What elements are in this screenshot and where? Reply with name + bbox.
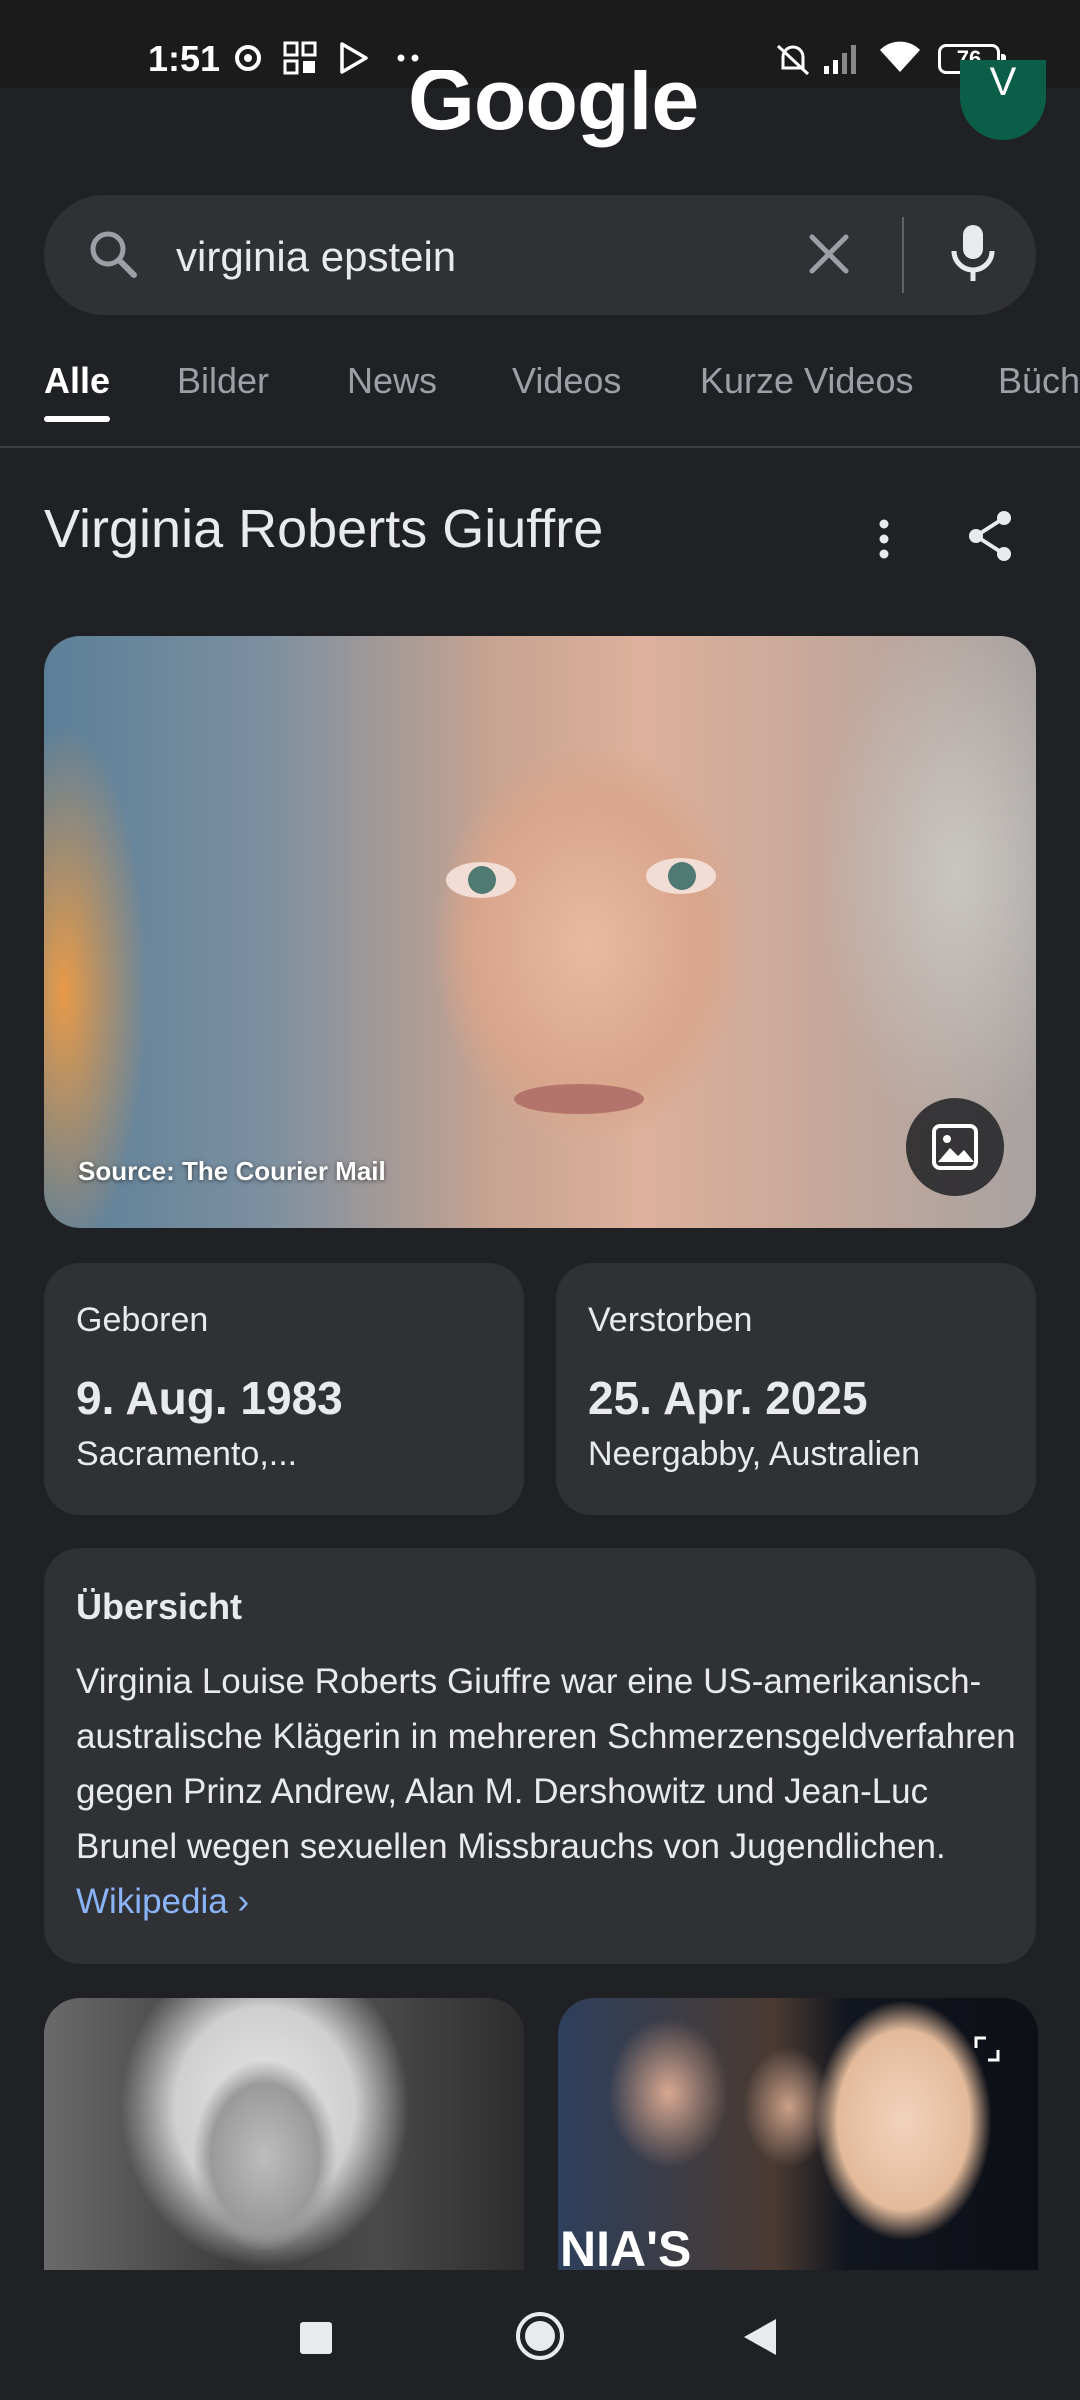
overview-heading: Übersicht [76,1586,243,1627]
overview-card: Übersicht Virginia Louise Roberts Giuffr… [44,1548,1036,1964]
entity-title: Virginia Roberts Giuffre [44,499,604,559]
wifi-icon [878,40,922,81]
image-gallery-button[interactable] [906,1098,1004,1196]
tab-alle[interactable]: Alle [44,360,110,402]
microphone-icon[interactable] [944,221,1002,292]
alarm-off-icon [774,40,812,83]
overview-text-block: Virginia Louise Roberts Giuffre war eine… [76,1654,1016,1929]
expand-icon[interactable] [972,2034,1002,2069]
portrait-eye-right [646,858,716,894]
hotspot-icon [232,40,268,81]
fact-place: Sacramento,... [76,1435,298,1473]
more-vert-icon[interactable] [868,514,900,569]
active-tab-indicator [44,416,110,422]
back-icon[interactable] [740,2316,780,2363]
signal-icon [822,40,862,81]
clear-icon[interactable] [804,229,854,284]
search-tabs: Alle Bilder News Videos Kurze Videos Büc… [0,350,1080,450]
portrait-mouth [514,1084,644,1114]
search-bar[interactable]: virginia epstein [44,195,1036,315]
tab-kurze-videos[interactable]: Kurze Videos [700,360,913,402]
system-navigation-bar [0,2270,1080,2400]
search-input[interactable]: virginia epstein [176,233,456,281]
image-thumbnail[interactable] [44,1998,524,2270]
tabs-divider [0,446,1080,448]
thumbnail-caption: NIA'S [560,2221,692,2270]
google-logo[interactable]: Google [408,70,698,160]
wikipedia-link[interactable]: Wikipedia › [76,1882,249,1921]
play-store-icon [336,40,372,81]
search-divider [902,217,904,293]
recents-icon[interactable] [298,2320,334,2361]
grid-app-icon [282,40,318,81]
fact-card-died[interactable]: Verstorben 25. Apr. 2025 Neergabby, Aust… [556,1263,1036,1515]
tab-buecher[interactable]: Büch [998,360,1080,402]
fact-place: Neergabby, Australien [588,1435,921,1473]
portrait-eye-left [446,862,516,898]
search-icon [84,225,142,288]
fact-card-born[interactable]: Geboren 9. Aug. 1983 Sacramento,... [44,1263,524,1515]
tab-videos[interactable]: Videos [512,360,621,402]
home-icon[interactable] [514,2310,566,2367]
fact-label: Verstorben [588,1301,753,1339]
overview-description: Virginia Louise Roberts Giuffre war eine… [76,1662,1016,1866]
hero-portrait-image[interactable]: Source: The Courier Mail [44,636,1036,1228]
share-icon[interactable] [966,508,1016,569]
fact-label: Geboren [76,1301,209,1339]
avatar[interactable]: V [960,60,1046,140]
status-time: 1:51 [148,38,221,79]
image-thumbnail[interactable]: NIA'S [558,1998,1038,2270]
tab-bilder[interactable]: Bilder [177,360,269,402]
tab-news[interactable]: News [347,360,437,402]
fact-value: 25. Apr. 2025 [588,1372,868,1424]
image-source-label: Source: The Courier Mail [78,1156,386,1186]
fact-value: 9. Aug. 1983 [76,1372,343,1424]
